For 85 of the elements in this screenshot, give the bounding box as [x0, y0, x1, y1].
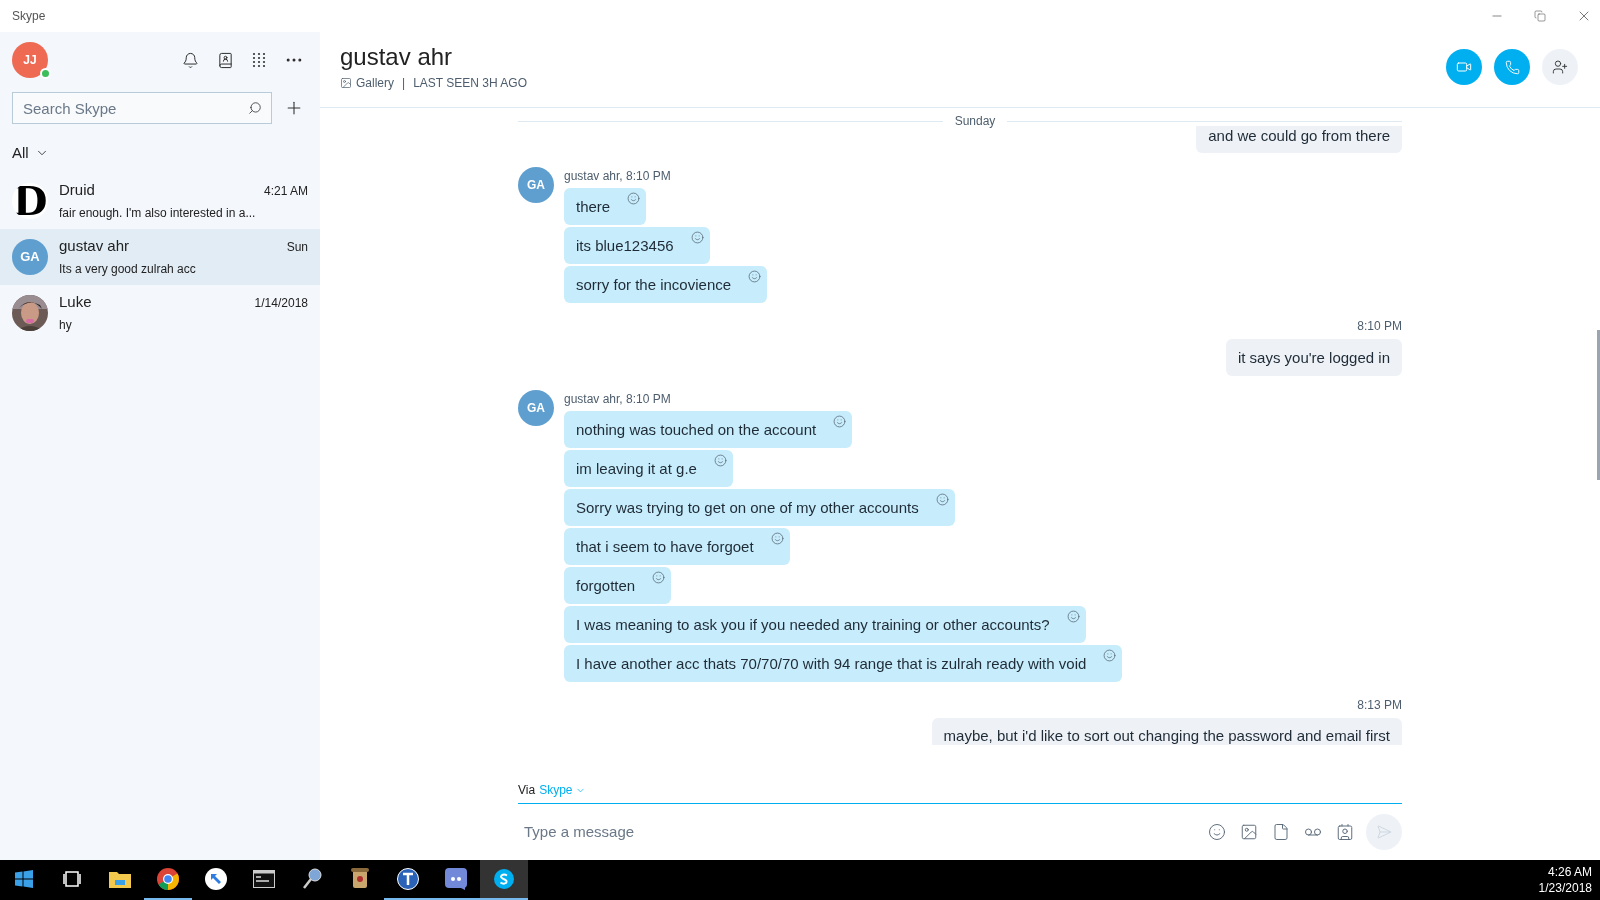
message-bubble: its blue123456: [564, 227, 710, 264]
search-icon[interactable]: [248, 101, 262, 115]
chat-title: gustav ahr: [340, 42, 454, 72]
message-bubble: sorry for the incovience: [564, 266, 768, 303]
conversation-item[interactable]: GA gustav ahr Sun Its a very good zulrah acc: [0, 228, 320, 285]
reaction-icon[interactable]: [935, 493, 949, 506]
message-bubble: that i seem to have forgoet: [564, 528, 790, 565]
conversation-time: 1/14/2018: [254, 294, 308, 312]
filter-dropdown[interactable]: All: [12, 142, 49, 165]
contact-name: gustav ahr: [59, 235, 130, 256]
reaction-icon[interactable]: [713, 454, 727, 467]
last-seen-status: LAST SEEN 3H AGO: [413, 75, 527, 92]
reaction-icon[interactable]: [1103, 649, 1117, 662]
message-bubble: maybe, but i'd like to sort out changing the password and email first: [931, 718, 1402, 745]
message-bubble: I was meaning to ask you if you needed any training or other accounts?: [564, 606, 1086, 643]
contacts-icon[interactable]: [217, 51, 234, 69]
day-divider: Sunday: [954, 113, 996, 130]
contact-avatar: GA: [12, 238, 48, 275]
sender-avatar: GA: [518, 390, 554, 426]
arrow-app-icon: [205, 868, 227, 890]
message-preview: fair enough. I'm also interested in a...: [59, 205, 257, 223]
scrollbar-thumb[interactable]: [1597, 330, 1600, 480]
reaction-icon[interactable]: [833, 415, 847, 428]
sender-header: gustav ahr, 8:10 PM: [564, 168, 672, 185]
conversation-time: Sun: [286, 238, 308, 256]
emoji-icon[interactable]: [1208, 823, 1226, 841]
video-camera-icon: [1456, 59, 1472, 75]
via-label: Via: [518, 782, 536, 799]
message-bubble: nothing was touched on the account: [564, 411, 853, 448]
conversation-time: 4:21 AM: [263, 182, 308, 200]
message-preview: Its a very good zulrah acc: [59, 261, 197, 279]
message-bubble: forgotten: [564, 567, 672, 604]
contact-name: Druid: [59, 179, 95, 200]
conversation-item[interactable]: D Druid 4:21 AM fair enough. I'm also interested in a...: [0, 172, 320, 229]
conversation-item[interactable]: Luke 1/14/2018 hy: [0, 284, 320, 341]
clock-date: 1/23/2018: [1538, 880, 1592, 896]
taskbar-button[interactable]: [480, 860, 528, 900]
reaction-icon[interactable]: [1066, 610, 1080, 623]
search-field[interactable]: Search Skype: [12, 92, 272, 124]
file-icon[interactable]: [1272, 823, 1290, 841]
window-title: Skype: [12, 8, 46, 25]
magnifier-icon: [302, 868, 322, 890]
message-bubble: and we could go from there: [1196, 126, 1402, 153]
message-bubble: im leaving it at g.e: [564, 450, 733, 487]
circle-app-icon: [397, 868, 419, 890]
scroll-icon: [351, 868, 369, 890]
image-icon[interactable]: [1240, 823, 1258, 841]
gallery-link[interactable]: Gallery: [340, 74, 394, 92]
discord-icon: [445, 868, 467, 890]
terminal-icon: [253, 870, 275, 888]
message-preview: hy: [59, 317, 73, 335]
reaction-icon[interactable]: [652, 571, 666, 584]
restore-icon[interactable]: [1534, 10, 1546, 22]
chrome-icon: [157, 868, 179, 890]
message-input[interactable]: Type a message: [518, 820, 1208, 844]
task-view-icon: [62, 871, 82, 887]
message-time: 8:10 PM: [1357, 318, 1402, 335]
notifications-icon[interactable]: [182, 51, 199, 69]
reaction-icon[interactable]: [748, 270, 762, 283]
phone-icon: [1504, 59, 1520, 75]
add-people-button[interactable]: [1542, 49, 1578, 85]
folder-icon: [109, 870, 131, 888]
call-button[interactable]: [1494, 49, 1530, 85]
add-person-icon: [1552, 59, 1568, 75]
reaction-icon[interactable]: [770, 532, 784, 545]
send-icon: [1376, 824, 1392, 840]
separator: |: [402, 75, 406, 92]
message-bubble: there: [564, 188, 647, 225]
skype-icon: [493, 868, 515, 890]
sender-avatar: GA: [518, 167, 554, 203]
contact-card-icon[interactable]: [1336, 823, 1354, 841]
sender-header: gustav ahr, 8:10 PM: [564, 391, 672, 408]
message-bubble: I have another acc thats 70/70/70 with 94 range that is zulrah ready with void: [564, 645, 1123, 682]
dial-pad-icon[interactable]: [252, 52, 266, 68]
image-icon: [340, 77, 352, 89]
message-bubble: Sorry was trying to get on one of my other accounts: [564, 489, 955, 526]
message-bubble: it says you're logged in: [1225, 339, 1402, 376]
contact-name: Luke: [59, 291, 92, 312]
contact-avatar: D: [12, 182, 48, 219]
reaction-icon[interactable]: [627, 192, 641, 205]
clock-time: 4:26 AM: [1547, 864, 1592, 880]
video-call-button[interactable]: [1446, 49, 1482, 85]
windows-icon: [15, 870, 33, 888]
message-time: 8:13 PM: [1357, 697, 1402, 714]
reaction-icon[interactable]: [690, 231, 704, 244]
